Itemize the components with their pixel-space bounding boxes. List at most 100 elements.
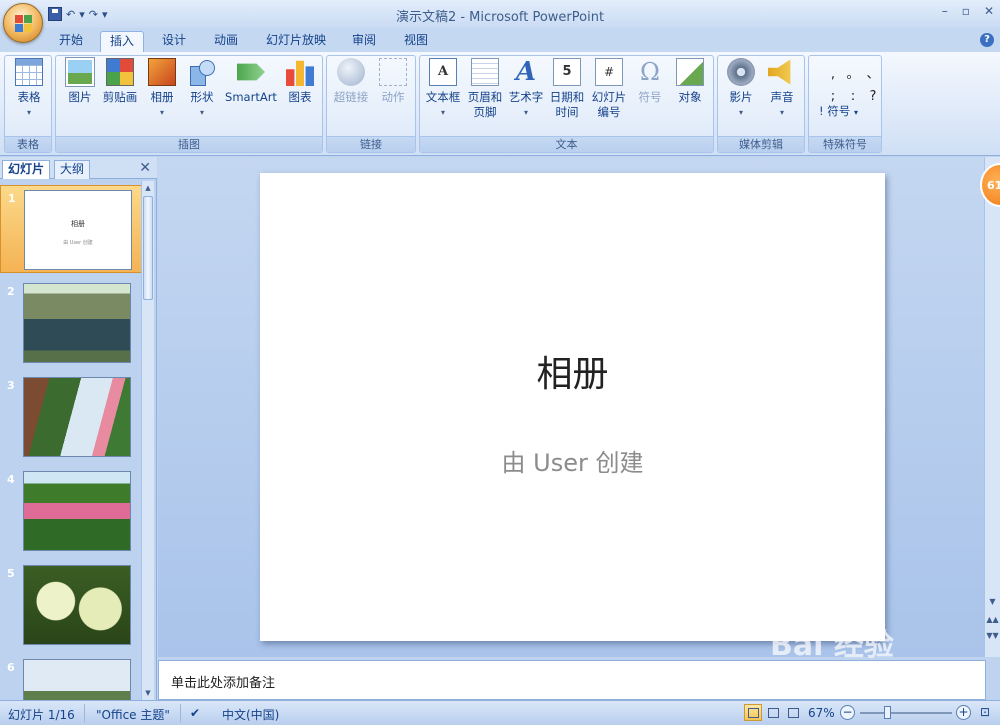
- header-footer-button[interactable]: 页眉和 页脚: [464, 58, 506, 120]
- symbol-comma[interactable]: ,: [823, 64, 843, 86]
- fit-to-window-icon[interactable]: ⊡: [980, 705, 990, 719]
- chevron-down-icon: ▾: [523, 108, 528, 117]
- photo-album-button[interactable]: 相册 ▾: [142, 58, 182, 120]
- tab-design[interactable]: 设计: [154, 31, 194, 52]
- tab-review[interactable]: 审阅: [344, 31, 384, 52]
- shapes-icon: [188, 58, 216, 86]
- group-illustrations: 图片 剪贴画 相册 ▾ 形状 ▾ SmartArt 图表 插图: [55, 55, 323, 153]
- photo-landscape-image: [23, 659, 131, 700]
- zoom-level[interactable]: 67%: [808, 706, 835, 720]
- smartart-button[interactable]: SmartArt: [222, 58, 280, 105]
- scroll-down-icon[interactable]: ▼: [142, 686, 154, 700]
- close-pane-icon[interactable]: ✕: [139, 160, 151, 176]
- current-slide[interactable]: 相册 由 User 创建: [260, 173, 885, 641]
- ribbon: 表格 ▾ 表格 图片 剪贴画 相册 ▾ 形状 ▾ SmartArt 图表 插图 …: [0, 52, 1000, 156]
- chevron-down-icon: ▾: [440, 108, 445, 117]
- datetime-button[interactable]: 5 日期和 时间: [546, 58, 588, 120]
- slide-title[interactable]: 相册: [260, 345, 885, 397]
- action-button[interactable]: 动作: [373, 58, 413, 105]
- movie-button[interactable]: 影片 ▾: [720, 58, 762, 120]
- slideshow-icon: [788, 708, 799, 718]
- object-button[interactable]: 对象: [670, 58, 710, 105]
- restore-icon[interactable]: ▫: [962, 4, 970, 18]
- slide-thumbnail[interactable]: 4: [0, 467, 142, 555]
- slide-number: 3: [7, 379, 15, 392]
- sound-button[interactable]: 声音 ▾: [762, 58, 802, 120]
- notes-placeholder[interactable]: 单击此处添加备注: [171, 672, 275, 691]
- chevron-down-icon: ▾: [853, 108, 858, 117]
- slide-number-icon: #: [595, 58, 623, 86]
- photo-lake-image: [23, 283, 131, 363]
- clipart-button[interactable]: 剪贴画: [100, 58, 140, 105]
- special-symbol-button[interactable]: ! 符号 ▾: [819, 104, 875, 120]
- chevron-down-icon: ▾: [26, 108, 31, 117]
- normal-view-button[interactable]: [744, 704, 762, 721]
- slide-thumbnail[interactable]: 3: [0, 373, 142, 461]
- group-table: 表格 ▾ 表格: [4, 55, 52, 153]
- next-slide-icon[interactable]: ▼▼: [985, 631, 1000, 640]
- group-label-text: 文本: [420, 136, 713, 152]
- zoom-slider[interactable]: [860, 712, 952, 714]
- thumb-title: 相册: [71, 220, 85, 228]
- picture-button[interactable]: 图片: [60, 58, 100, 105]
- textbox-button[interactable]: A 文本框 ▾: [422, 58, 464, 120]
- tab-outline[interactable]: 大纲: [54, 160, 91, 179]
- slideshow-button[interactable]: [784, 704, 802, 721]
- chart-button[interactable]: 图表: [280, 58, 320, 105]
- slide-thumbnail[interactable]: 2: [0, 279, 142, 367]
- minimize-icon[interactable]: –: [942, 4, 948, 18]
- theme-name[interactable]: "Office 主题": [96, 706, 170, 723]
- table-icon: [15, 58, 43, 86]
- language[interactable]: 中文(中国): [222, 706, 279, 723]
- slide-number-button[interactable]: # 幻灯片 编号: [588, 58, 630, 120]
- office-button[interactable]: [3, 3, 43, 43]
- symbol-button[interactable]: Ω 符号: [630, 58, 670, 105]
- photo-flowers-image: [23, 471, 131, 551]
- tab-insert[interactable]: 插入: [100, 31, 144, 52]
- hyperlink-button[interactable]: 超链接: [329, 58, 373, 105]
- tab-slideshow[interactable]: 幻灯片放映: [258, 31, 334, 52]
- object-icon: [676, 58, 704, 86]
- group-label-media: 媒体剪辑: [718, 136, 804, 152]
- symbol-period[interactable]: 。: [843, 64, 863, 86]
- scrollbar-thumb[interactable]: [143, 196, 153, 300]
- scroll-down-icon[interactable]: ▼: [985, 597, 1000, 606]
- slide-number: 6: [7, 661, 15, 674]
- group-media: 影片 ▾ 声音 ▾ 媒体剪辑: [717, 55, 805, 153]
- chevron-down-icon: ▾: [199, 108, 204, 117]
- table-button[interactable]: 表格 ▾: [9, 58, 49, 120]
- editor-scrollbar[interactable]: ▼ ▲▲ ▼▼: [984, 157, 1000, 657]
- help-icon[interactable]: ?: [980, 33, 994, 47]
- group-label-illustrations: 插图: [56, 136, 322, 152]
- slide-thumbnail[interactable]: 5: [0, 561, 142, 649]
- chevron-down-icon: ▾: [159, 108, 164, 117]
- slide-editor: 相册 由 User 创建: [158, 157, 984, 657]
- zoom-in-icon[interactable]: +: [956, 705, 971, 720]
- clipart-icon: [106, 58, 134, 86]
- calendar-icon: 5: [553, 58, 581, 86]
- wordart-icon: A: [515, 57, 537, 87]
- status-bar: 幻灯片 1/16 "Office 主题" ✔ 中文(中国) 67% − + ⊡: [0, 700, 1000, 725]
- tab-home[interactable]: 开始: [52, 31, 90, 52]
- slide-number: 5: [7, 567, 15, 580]
- close-icon[interactable]: ✕: [984, 4, 994, 18]
- zoom-slider-knob[interactable]: [884, 706, 891, 719]
- tab-animation[interactable]: 动画: [206, 31, 246, 52]
- slide-number: 1: [8, 192, 16, 205]
- slide-subtitle[interactable]: 由 User 创建: [260, 443, 885, 478]
- symbol-enum-comma[interactable]: 、: [863, 64, 883, 86]
- tab-slides[interactable]: 幻灯片: [2, 160, 51, 179]
- wordart-button[interactable]: A 艺术字 ▾: [506, 58, 546, 120]
- thumbnail-scrollbar[interactable]: ▲ ▼: [141, 181, 154, 700]
- shapes-button[interactable]: 形状 ▾: [182, 58, 222, 120]
- separator: [180, 704, 181, 722]
- slide-thumbnail[interactable]: 6: [0, 655, 142, 700]
- slide-thumbnail[interactable]: 1 相册 由 User 创建: [0, 185, 142, 273]
- spellcheck-icon[interactable]: ✔: [190, 706, 200, 720]
- special-symbol-grid: ,。、 ;:?: [823, 64, 883, 108]
- previous-slide-icon[interactable]: ▲▲: [985, 615, 1000, 624]
- tab-view[interactable]: 视图: [396, 31, 436, 52]
- scroll-up-icon[interactable]: ▲: [142, 181, 154, 195]
- zoom-out-icon[interactable]: −: [840, 705, 855, 720]
- slide-sorter-button[interactable]: [764, 704, 782, 721]
